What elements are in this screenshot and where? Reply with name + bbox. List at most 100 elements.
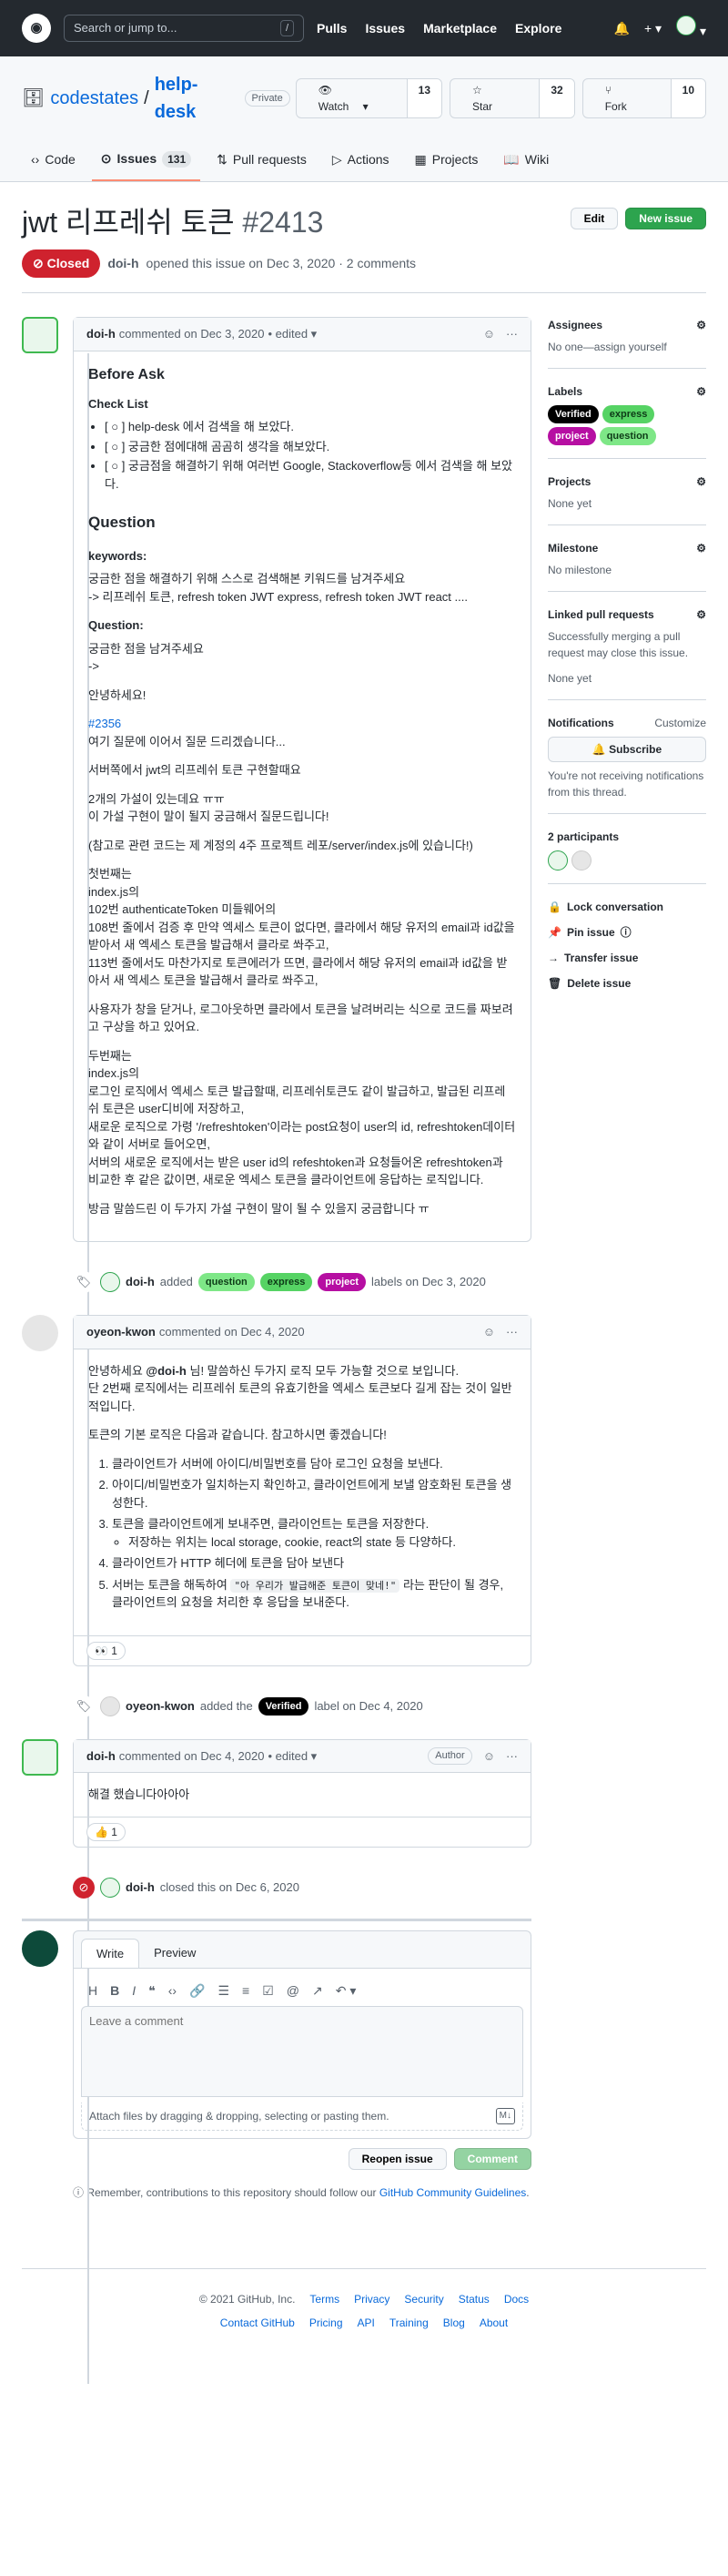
bullet-list-icon[interactable]: ☰: [217, 1981, 229, 2001]
comment-textarea[interactable]: [81, 2006, 523, 2097]
reference-icon[interactable]: ↗: [312, 1981, 323, 2001]
plus-icon[interactable]: + ▾: [644, 19, 662, 38]
guidelines-link[interactable]: GitHub Community Guidelines: [379, 2186, 526, 2199]
edited-menu[interactable]: • edited ▾: [268, 325, 317, 343]
watch-button[interactable]: 👁 Watch ▾ 13: [295, 78, 442, 118]
footer-link[interactable]: Status: [459, 2291, 490, 2307]
avatar[interactable]: [22, 1315, 58, 1351]
edited-menu[interactable]: • edited ▾: [268, 1747, 317, 1766]
issue-author[interactable]: doi-h: [107, 254, 138, 273]
issue-link[interactable]: #2356: [88, 717, 121, 730]
gear-icon[interactable]: ⚙: [696, 540, 706, 556]
tab-write[interactable]: Write: [81, 1938, 140, 1968]
kebab-icon[interactable]: ···: [506, 325, 518, 343]
numbered-list-icon[interactable]: ≡: [242, 1981, 249, 2001]
delete-issue[interactable]: 🗑 Delete issue: [548, 975, 706, 992]
gear-icon[interactable]: ⚙: [696, 383, 706, 400]
tab-pull-requests[interactable]: ⇅ Pull requests: [207, 142, 316, 181]
italic-icon[interactable]: I: [132, 1981, 136, 2001]
tab-preview[interactable]: Preview: [139, 1939, 210, 1969]
footer-link[interactable]: Training: [389, 2315, 429, 2331]
repo-owner-link[interactable]: codestates: [50, 85, 138, 112]
tab-actions[interactable]: ▷ Actions: [323, 142, 399, 181]
gear-icon[interactable]: ⚙: [696, 317, 706, 333]
user-avatar-menu[interactable]: ▾: [676, 15, 706, 41]
kebab-icon[interactable]: ···: [506, 1747, 518, 1766]
repo-name-link[interactable]: help-desk: [155, 71, 234, 126]
reaction-button[interactable]: 👀 1: [86, 1641, 126, 1660]
markdown-icon[interactable]: M↓: [495, 2107, 515, 2124]
transfer-issue[interactable]: → Transfer issue: [548, 950, 706, 966]
label-question[interactable]: question: [599, 427, 656, 445]
comment-button[interactable]: Comment: [453, 2147, 531, 2170]
star-button[interactable]: ☆ Star 32: [450, 78, 575, 118]
label-project[interactable]: project: [548, 427, 596, 445]
avatar[interactable]: [571, 850, 592, 871]
nav-pulls[interactable]: Pulls: [317, 19, 347, 38]
tab-issues[interactable]: ⊙ Issues 131: [91, 142, 201, 181]
event-actor[interactable]: oyeon-kwon: [126, 1697, 195, 1716]
comment-author[interactable]: oyeon-kwon: [86, 1323, 156, 1341]
edit-button[interactable]: Edit: [570, 208, 619, 229]
assignees-value[interactable]: No one—assign yourself: [548, 339, 706, 355]
customize-link[interactable]: Customize: [654, 715, 706, 731]
mention-icon[interactable]: @: [287, 1981, 299, 2001]
avatar[interactable]: [100, 1272, 120, 1292]
attach-area[interactable]: Attach files by dragging & dropping, sel…: [81, 2102, 523, 2131]
fork-button[interactable]: ⑂ Fork 10: [581, 78, 706, 118]
heading-icon[interactable]: H: [88, 1981, 97, 2001]
nav-explore[interactable]: Explore: [515, 19, 561, 38]
avatar[interactable]: [548, 850, 568, 871]
label-express[interactable]: express: [602, 405, 655, 423]
emoji-icon[interactable]: ☺: [483, 1747, 495, 1766]
bell-icon[interactable]: 🔔: [614, 19, 630, 38]
task-list-icon[interactable]: ☑: [262, 1981, 274, 2001]
label-project[interactable]: project: [318, 1273, 367, 1291]
avatar[interactable]: [22, 1738, 58, 1776]
mention[interactable]: @doi-h: [146, 1364, 186, 1378]
watch-count[interactable]: 13: [406, 79, 441, 117]
star-count[interactable]: 32: [539, 79, 574, 117]
label-verified[interactable]: Verified: [258, 1696, 309, 1716]
footer-link[interactable]: About: [480, 2315, 508, 2331]
footer-link[interactable]: Privacy: [354, 2291, 389, 2307]
avatar[interactable]: [22, 1929, 58, 1967]
github-icon[interactable]: ◉: [22, 14, 51, 43]
emoji-icon[interactable]: ☺: [483, 325, 495, 343]
nav-marketplace[interactable]: Marketplace: [423, 19, 497, 38]
fork-count[interactable]: 10: [670, 79, 705, 117]
reply-icon[interactable]: ↶ ▾: [336, 1981, 357, 2001]
event-actor[interactable]: doi-h: [126, 1273, 155, 1291]
label-verified[interactable]: Verified: [548, 405, 599, 423]
avatar[interactable]: [22, 317, 58, 353]
lock-conversation[interactable]: 🔒 Lock conversation: [548, 899, 706, 915]
event-actor[interactable]: doi-h: [126, 1879, 155, 1897]
tab-wiki[interactable]: 📖 Wiki: [494, 142, 558, 181]
footer-link[interactable]: Pricing: [309, 2315, 343, 2331]
footer-link[interactable]: Blog: [443, 2315, 465, 2331]
label-express[interactable]: express: [259, 1273, 313, 1291]
footer-link[interactable]: Docs: [504, 2291, 529, 2307]
new-issue-button[interactable]: New issue: [625, 208, 706, 229]
link-icon[interactable]: 🔗: [189, 1981, 205, 2001]
reopen-issue-button[interactable]: Reopen issue: [348, 2147, 447, 2170]
label-question[interactable]: question: [197, 1273, 255, 1291]
search-input[interactable]: Search or jump to... /: [64, 15, 304, 42]
kebab-icon[interactable]: ···: [506, 1323, 518, 1341]
comment-author[interactable]: doi-h: [86, 325, 116, 343]
footer-link[interactable]: Contact GitHub: [220, 2315, 295, 2331]
reaction-button[interactable]: 👍 1: [86, 1822, 126, 1841]
gear-icon[interactable]: ⚙: [696, 473, 706, 490]
avatar[interactable]: [100, 1877, 120, 1898]
code-icon[interactable]: ‹›: [168, 1981, 177, 2001]
emoji-icon[interactable]: ☺: [483, 1323, 495, 1341]
quote-icon[interactable]: ❝: [148, 1981, 156, 2001]
nav-issues[interactable]: Issues: [365, 19, 405, 38]
avatar[interactable]: [100, 1695, 120, 1716]
subscribe-button[interactable]: 🔔 Subscribe: [548, 737, 706, 762]
bold-icon[interactable]: B: [110, 1981, 119, 2001]
gear-icon[interactable]: ⚙: [696, 606, 706, 623]
pin-issue[interactable]: 📌 Pin issue ⓘ: [548, 924, 706, 941]
comment-author[interactable]: doi-h: [86, 1747, 116, 1766]
footer-link[interactable]: Terms: [309, 2291, 339, 2307]
